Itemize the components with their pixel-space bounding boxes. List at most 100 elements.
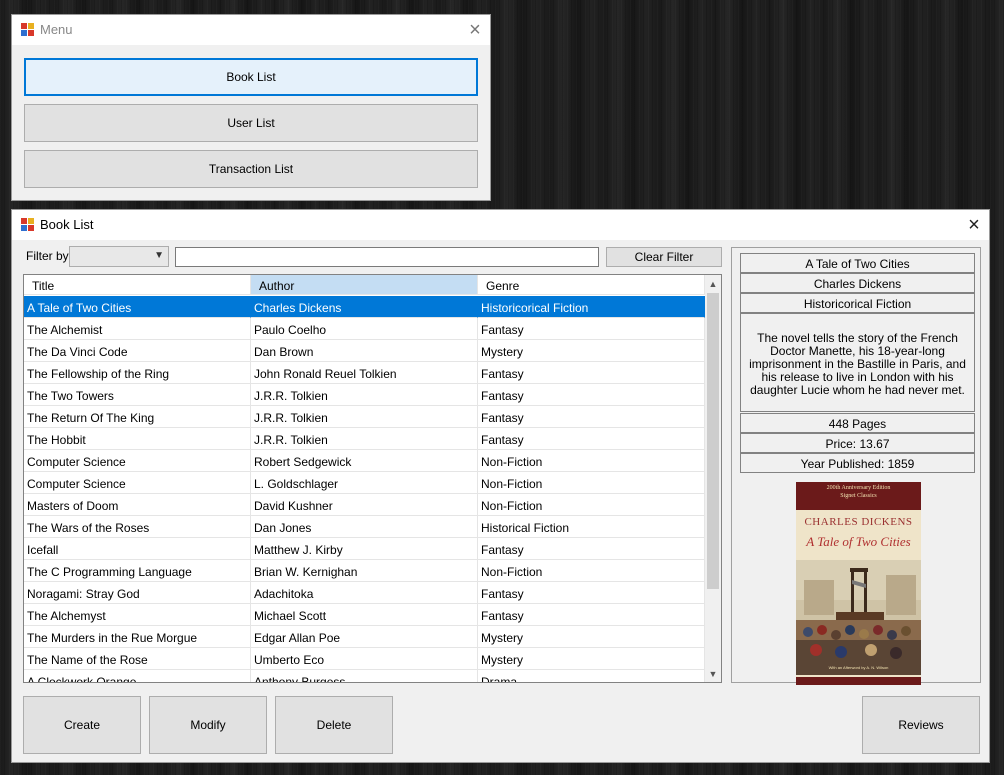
menu-window-title: Menu	[40, 22, 73, 37]
details-year: Year Published: 1859	[740, 453, 975, 473]
menu-window: Menu × Book List User List Transaction L…	[11, 14, 491, 201]
cell-genre: Non-Fiction	[478, 472, 705, 494]
table-row[interactable]: Computer Science L. Goldschlager Non-Ficti…	[24, 472, 705, 494]
delete-button[interactable]: Delete	[275, 696, 393, 754]
cell-author: Charles Dickens	[251, 296, 478, 318]
clear-filter-button[interactable]: Clear Filter	[606, 247, 722, 267]
book-list-window-title: Book List	[40, 217, 94, 232]
user-list-button[interactable]: User List	[24, 104, 478, 142]
book-list-window: Book List × Filter by ▼ Clear Filter Tit…	[11, 209, 990, 763]
column-header-title[interactable]: Title	[24, 275, 251, 295]
details-title-text: A Tale of Two Cities	[805, 257, 910, 271]
table-row[interactable]: The Hobbit J.R.R. Tolkien Fantasy	[24, 428, 705, 450]
table-row[interactable]: The Fellowship of the Ring John Ronald Re…	[24, 362, 705, 384]
cell-author: Michael Scott	[251, 604, 478, 626]
cell-title: The C Programming Language	[24, 560, 251, 582]
cell-author: Anthony Burgess	[251, 670, 478, 682]
table-row[interactable]: Icefall Matthew J. Kirby Fantasy	[24, 538, 705, 560]
cell-author: Paulo Coelho	[251, 318, 478, 340]
table-row[interactable]: Noragami: Stray God Adachitoka Fantasy	[24, 582, 705, 604]
table-row[interactable]: The Alchemist Paulo Coelho Fantasy	[24, 318, 705, 340]
cell-title: The Hobbit	[24, 428, 251, 450]
table-scrollbar[interactable]: ▲ ▼	[705, 275, 721, 682]
table-row[interactable]: The Murders in the Rue Morgue Edgar Allan…	[24, 626, 705, 648]
cell-genre: Fantasy	[478, 604, 705, 626]
modify-button[interactable]: Modify	[149, 696, 267, 754]
cell-author: Umberto Eco	[251, 648, 478, 670]
user-list-button-label: User List	[227, 116, 275, 130]
cell-author: L. Goldschlager	[251, 472, 478, 494]
table-row[interactable]: The Two Towers J.R.R. Tolkien Fantasy	[24, 384, 705, 406]
table-row[interactable]: Computer Science Robert Sedgewick Non-Fict…	[24, 450, 705, 472]
table-row[interactable]: A Tale of Two Cities Charles Dickens Histo…	[24, 296, 705, 318]
cell-author: J.R.R. Tolkien	[251, 428, 478, 450]
details-price-text: Price: 13.67	[825, 437, 890, 451]
cell-author: J.R.R. Tolkien	[251, 406, 478, 428]
book-cover-image: 200th Anniversary Edition Signet Classic…	[796, 482, 921, 685]
app-icon	[21, 23, 35, 37]
cell-title: A Clockwork Orange	[24, 670, 251, 682]
table-row[interactable]: The Wars of the Roses Dan Jones Historical…	[24, 516, 705, 538]
table-row[interactable]: Masters of Doom David Kushner Non-Fiction	[24, 494, 705, 516]
cover-title: A Tale of Two Cities	[806, 534, 911, 549]
details-description: The novel tells the story of the French …	[740, 313, 975, 412]
cell-title: The Alchemist	[24, 318, 251, 340]
table-row[interactable]: The Return Of The King J.R.R. Tolkien Fant…	[24, 406, 705, 428]
cell-genre: Historical Fiction	[478, 516, 705, 538]
cell-author: Matthew J. Kirby	[251, 538, 478, 560]
scrollbar-thumb[interactable]	[707, 293, 719, 589]
cell-genre: Fantasy	[478, 318, 705, 340]
table-row[interactable]: The Alchemyst Michael Scott Fantasy	[24, 604, 705, 626]
cover-afterword: With an Afterword by A. N. Wilson	[828, 665, 889, 670]
cell-author: Dan Jones	[251, 516, 478, 538]
column-header-label: Title	[32, 279, 55, 293]
cover-author: CHARLES DICKENS	[804, 516, 913, 528]
delete-button-label: Delete	[316, 718, 352, 732]
filter-by-select[interactable]: ▼	[69, 246, 169, 267]
cell-title: The Two Towers	[24, 384, 251, 406]
close-icon[interactable]: ×	[460, 15, 490, 45]
table-row[interactable]: The Name of the Rose Umberto Eco Mystery	[24, 648, 705, 670]
transaction-list-button[interactable]: Transaction List	[24, 150, 478, 188]
details-pages-text: 448 Pages	[828, 417, 887, 431]
cell-title: Icefall	[24, 538, 251, 560]
book-table[interactable]: Title Author Genre A Tale of Two Cities C…	[23, 274, 722, 683]
book-list-button[interactable]: Book List	[24, 58, 478, 96]
cell-title: The Return Of The King	[24, 406, 251, 428]
cell-author: John Ronald Reuel Tolkien	[251, 362, 478, 384]
cell-genre: Fantasy	[478, 406, 705, 428]
cell-title: The Name of the Rose	[24, 648, 251, 670]
create-button-label: Create	[63, 718, 101, 732]
menu-titlebar: Menu ×	[12, 15, 490, 45]
column-header-genre[interactable]: Genre	[478, 275, 705, 295]
create-button[interactable]: Create	[23, 696, 141, 754]
cell-genre: Mystery	[478, 626, 705, 648]
table-header: Title Author Genre	[24, 275, 705, 295]
table-row[interactable]: The Da Vinci Code Dan Brown Mystery	[24, 340, 705, 362]
details-description-text: The novel tells the story of the French …	[749, 331, 966, 397]
table-row[interactable]: A Clockwork Orange Anthony Burgess Drama	[24, 670, 705, 682]
reviews-button-label: Reviews	[898, 718, 944, 732]
cell-title: The Wars of the Roses	[24, 516, 251, 538]
book-list-titlebar: Book List ×	[12, 210, 989, 240]
chevron-down-icon[interactable]: ▼	[705, 665, 721, 682]
chevron-down-icon: ▼	[154, 250, 164, 261]
cell-title: A Tale of Two Cities	[24, 296, 251, 318]
filter-text-input[interactable]	[175, 247, 599, 267]
cell-author: J.R.R. Tolkien	[251, 384, 478, 406]
details-genre-text: Historicorical Fiction	[803, 297, 912, 311]
details-price: Price: 13.67	[740, 433, 975, 453]
chevron-up-icon[interactable]: ▲	[705, 275, 721, 292]
cell-author: Robert Sedgewick	[251, 450, 478, 472]
table-row[interactable]: The C Programming Language Brian W. Kerni…	[24, 560, 705, 582]
transaction-list-button-label: Transaction List	[208, 162, 294, 176]
reviews-button[interactable]: Reviews	[862, 696, 980, 754]
close-icon[interactable]: ×	[959, 210, 989, 240]
cover-edition: 200th Anniversary Edition	[826, 485, 891, 491]
cell-author: Edgar Allan Poe	[251, 626, 478, 648]
cover-bottom-band	[796, 677, 921, 685]
details-author-text: Charles Dickens	[813, 277, 902, 291]
column-header-author[interactable]: Author	[251, 275, 478, 295]
cell-title: Computer Science	[24, 472, 251, 494]
cell-title: Masters of Doom	[24, 494, 251, 516]
